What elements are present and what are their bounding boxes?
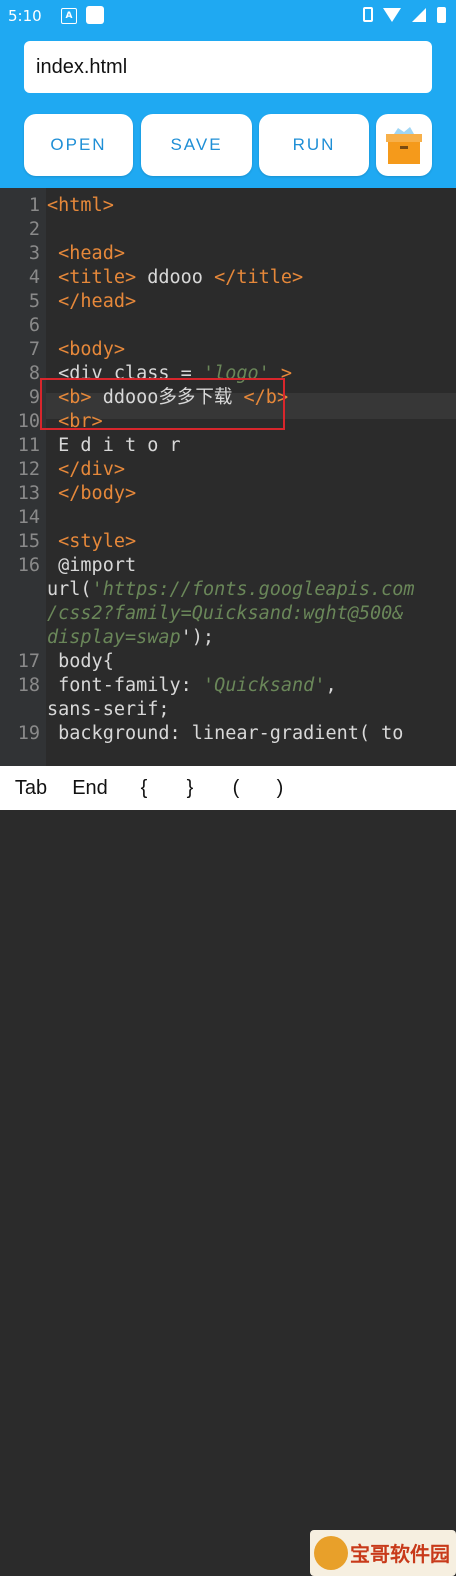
code-line[interactable]: 19 background: linear-gradient( to bbox=[0, 722, 456, 746]
line-number: 1 bbox=[28, 195, 40, 216]
key-paren-open[interactable]: ( bbox=[224, 766, 248, 810]
key-brace-open[interactable]: { bbox=[132, 766, 156, 810]
line-number: 3 bbox=[28, 243, 40, 264]
key-brace-close[interactable]: } bbox=[178, 766, 202, 810]
code-line[interactable]: 2 bbox=[0, 218, 456, 242]
code-line[interactable]: 1 <html> bbox=[0, 194, 456, 218]
code-line[interactable]: display=swap'); bbox=[0, 626, 456, 650]
filename-input[interactable]: index.html bbox=[24, 41, 432, 93]
line-number: 16 bbox=[17, 555, 40, 576]
line-number: 17 bbox=[17, 651, 40, 672]
code-line[interactable]: 18 font-family: 'Quicksand', bbox=[0, 674, 456, 698]
status-time: 5:10 bbox=[8, 7, 42, 25]
line-number: 9 bbox=[28, 387, 40, 408]
status-bar: 5:10 A bbox=[0, 0, 456, 32]
line-text: background: linear-gradient( to bbox=[47, 723, 404, 744]
line-number: 11 bbox=[17, 435, 40, 456]
code-line[interactable]: 7 <body> bbox=[0, 338, 456, 362]
line-number: 19 bbox=[17, 723, 40, 744]
code-line[interactable]: 12 </div> bbox=[0, 458, 456, 482]
watermark-text: 宝哥软件园 bbox=[350, 1542, 450, 1566]
highlight-box bbox=[40, 378, 285, 430]
open-button[interactable]: OPEN bbox=[24, 114, 133, 176]
watermark-logo-icon bbox=[314, 1536, 348, 1570]
notification-a-icon: A bbox=[61, 8, 77, 24]
extra-keys-bar: Tab End { } ( ) 宝哥软件园 bbox=[0, 766, 456, 1576]
code-line[interactable]: url('https://fonts.googleapis.com bbox=[0, 578, 456, 602]
line-text: <style> bbox=[58, 531, 137, 552]
key-tab[interactable]: Tab bbox=[10, 766, 52, 810]
line-number: 18 bbox=[17, 675, 40, 696]
line-number: 6 bbox=[28, 315, 40, 336]
save-button[interactable]: SAVE bbox=[141, 114, 252, 176]
code-line[interactable]: 17 body{ bbox=[0, 650, 456, 674]
line-text: url('https://fonts.googleapis.com bbox=[47, 579, 415, 600]
key-paren-close[interactable]: ) bbox=[268, 766, 292, 810]
line-text: /css2?family=Quicksand:wght@500& bbox=[47, 603, 404, 624]
code-line[interactable]: 6 bbox=[0, 314, 456, 338]
line-text: <title> ddooo </title> bbox=[58, 267, 304, 288]
code-line[interactable]: 5 </head> bbox=[0, 290, 456, 314]
line-text: @import bbox=[47, 555, 137, 576]
line-number: 12 bbox=[17, 459, 40, 480]
code-line[interactable]: 16 @import bbox=[0, 554, 456, 578]
line-number: 5 bbox=[28, 291, 40, 312]
code-line[interactable]: 4 <title> ddooo </title> bbox=[0, 266, 456, 290]
code-line[interactable]: 15 <style> bbox=[0, 530, 456, 554]
wifi-icon bbox=[383, 7, 402, 22]
file-box-button[interactable] bbox=[376, 114, 432, 176]
line-number: 14 bbox=[17, 507, 40, 528]
line-text: <head> bbox=[58, 243, 125, 264]
line-text: </div> bbox=[58, 459, 125, 480]
status-icons bbox=[357, 5, 446, 27]
code-line[interactable]: sans-serif; bbox=[0, 698, 456, 722]
line-text: sans-serif; bbox=[47, 699, 170, 720]
line-text: <body> bbox=[58, 339, 125, 360]
line-number: 2 bbox=[28, 219, 40, 240]
line-text: <html> bbox=[47, 195, 114, 216]
box-icon bbox=[386, 127, 422, 164]
battery-icon bbox=[437, 6, 446, 23]
line-number: 15 bbox=[17, 531, 40, 552]
code-line[interactable]: /css2?family=Quicksand:wght@500& bbox=[0, 602, 456, 626]
line-number: 4 bbox=[28, 267, 40, 288]
watermark: 宝哥软件园 bbox=[310, 1530, 456, 1576]
run-button[interactable]: RUN bbox=[259, 114, 369, 176]
line-text: font-family: 'Quicksand', bbox=[47, 675, 337, 696]
code-line[interactable]: 14 bbox=[0, 506, 456, 530]
code-editor[interactable]: 1 <html> 2 3 <head> 4 <title> ddooo </title>… bbox=[0, 188, 456, 766]
key-end[interactable]: End bbox=[68, 766, 112, 810]
line-number: 7 bbox=[28, 339, 40, 360]
code-line[interactable]: 11 E d i t o r bbox=[0, 434, 456, 458]
line-text: </body> bbox=[58, 483, 137, 504]
app-header: 5:10 A index.html OPEN SAVE RUN bbox=[0, 0, 456, 188]
line-number: 8 bbox=[28, 363, 40, 384]
signal-icon bbox=[412, 7, 427, 22]
vibrate-icon bbox=[362, 7, 373, 22]
line-text: display=swap'); bbox=[47, 627, 215, 648]
line-text: E d i t o r bbox=[47, 435, 181, 456]
code-line[interactable]: 3 <head> bbox=[0, 242, 456, 266]
code-line[interactable]: 13 </body> bbox=[0, 482, 456, 506]
notification-square-icon bbox=[86, 6, 104, 24]
line-text: </head> bbox=[58, 291, 137, 312]
line-number: 13 bbox=[17, 483, 40, 504]
line-text: body{ bbox=[47, 651, 114, 672]
line-number: 10 bbox=[17, 411, 40, 432]
